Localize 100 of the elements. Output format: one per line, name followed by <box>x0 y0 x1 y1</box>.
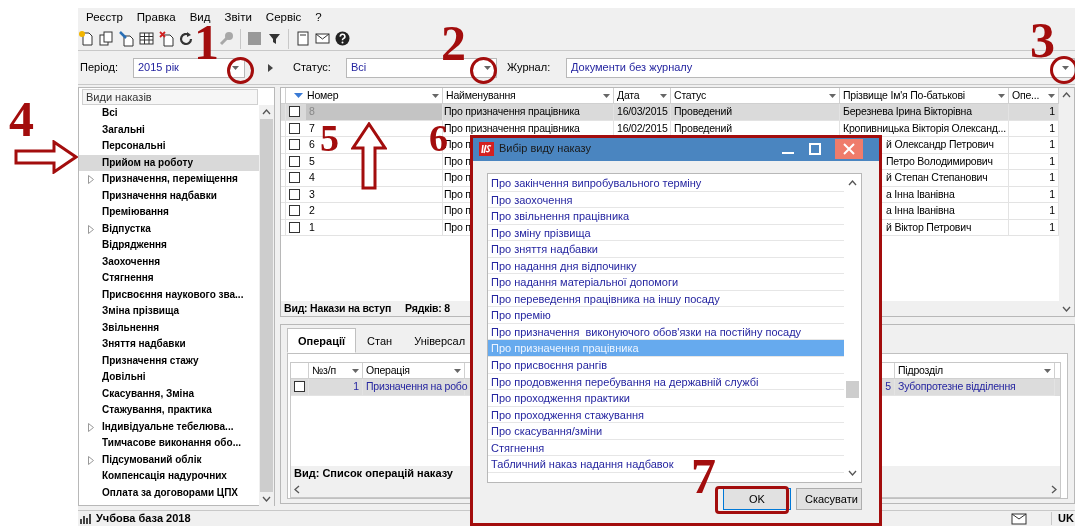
column-header[interactable]: Прізвище Ім'я По-батькові <box>840 88 1009 103</box>
maximize-icon[interactable] <box>809 143 821 155</box>
cancel-button[interactable]: Скасувати <box>796 488 862 510</box>
tree-item[interactable]: Тимчасове виконання обо... <box>79 435 259 452</box>
tree-item[interactable]: Персональні <box>79 138 259 155</box>
checkbox[interactable] <box>289 188 300 200</box>
list-item[interactable]: Про зняття надбавки <box>488 241 844 258</box>
menu-item[interactable]: Правка <box>129 10 183 25</box>
tree-item[interactable]: Зняття надбавки <box>79 336 259 353</box>
expand-triangle-icon[interactable] <box>88 175 94 184</box>
dropdown-arrow-icon[interactable] <box>1061 65 1069 70</box>
expand-triangle-icon[interactable] <box>88 455 94 465</box>
menu-item[interactable]: ? <box>308 10 329 25</box>
scroll-down-icon[interactable] <box>848 470 857 476</box>
filter-arrow-icon[interactable] <box>603 93 610 98</box>
list-item[interactable]: Про закінчення випробувального терміну <box>488 175 844 192</box>
vertical-scrollbar[interactable] <box>1059 88 1074 316</box>
tree-item[interactable]: Стягнення <box>79 270 259 287</box>
tree-item[interactable]: Призначення, переміщення <box>79 171 259 188</box>
tree-item[interactable]: Стажування, практика <box>79 402 259 419</box>
tree-item[interactable]: Оплата за договорами ЦПХ <box>79 484 259 501</box>
column-header[interactable]: Підрозділ <box>895 363 1055 378</box>
list-item[interactable]: Про надання матеріальної допомоги <box>488 274 844 291</box>
help-icon[interactable] <box>334 30 351 47</box>
scroll-up-icon[interactable] <box>1062 92 1071 98</box>
expand-triangle-icon[interactable] <box>88 422 94 432</box>
tree-item[interactable]: Скасування, Зміна <box>79 385 259 402</box>
journal-dropdown[interactable]: Документи без журналу <box>566 57 1075 78</box>
list-item[interactable]: Про премію <box>488 307 844 324</box>
filter-arrow-icon[interactable] <box>660 93 667 98</box>
tree-item[interactable]: Преміювання <box>79 204 259 221</box>
filter-arrow-icon[interactable] <box>352 368 359 373</box>
scroll-right-icon[interactable] <box>1051 484 1057 494</box>
scroll-left-icon[interactable] <box>294 484 300 494</box>
column-header[interactable]: Операція <box>363 363 465 378</box>
tree-item[interactable]: Прийом на роботу <box>79 154 259 171</box>
filter-arrow-icon[interactable] <box>432 93 439 98</box>
list-item[interactable]: Про зміну прізвища <box>488 224 844 242</box>
tree-item[interactable]: Призначення надбавки <box>79 187 259 204</box>
list-item[interactable]: Про проходження стажування <box>488 406 844 424</box>
scroll-up-icon[interactable] <box>262 109 271 115</box>
column-header[interactable]: Статус <box>671 88 840 103</box>
tree-item[interactable]: Компенсація надурочних <box>79 468 259 485</box>
checkbox[interactable] <box>289 221 300 233</box>
list-item[interactable]: Про надання дня відпочинку <box>488 257 844 275</box>
tab[interactable]: Операції <box>287 328 357 353</box>
new-document-icon[interactable] <box>78 30 95 47</box>
tab[interactable]: Універсал <box>403 330 477 353</box>
mail-icon[interactable] <box>1011 512 1027 525</box>
expand-triangle-icon[interactable] <box>88 224 94 234</box>
dropdown-arrow-icon[interactable] <box>231 65 239 70</box>
edit-document-icon[interactable] <box>118 30 135 47</box>
checkbox[interactable] <box>289 205 300 217</box>
scrollbar-thumb[interactable] <box>846 381 859 398</box>
table-icon[interactable] <box>138 30 155 47</box>
list-item[interactable]: Про проходження практики <box>488 390 844 407</box>
tree-item[interactable]: Присвоєння наукового зва... <box>79 286 259 303</box>
column-header[interactable]: Номер <box>286 88 443 103</box>
checkbox[interactable] <box>289 172 300 184</box>
sort-arrow-icon[interactable] <box>294 93 303 98</box>
checkbox[interactable] <box>289 106 300 118</box>
delete-document-icon[interactable] <box>158 30 175 47</box>
tree-item[interactable]: Підсумований облік <box>79 451 259 468</box>
tree-item[interactable]: Відрядження <box>79 237 259 254</box>
filter-arrow-icon[interactable] <box>829 93 836 98</box>
scroll-up-icon[interactable] <box>848 180 857 186</box>
list-item[interactable]: Про скасування/зміни <box>488 423 844 440</box>
list-item[interactable]: Про переведення працівника на іншу посаду <box>488 290 844 308</box>
tree-item[interactable]: Заохочення <box>79 253 259 270</box>
menu-item[interactable]: Вид <box>182 10 218 25</box>
filter-arrow-icon[interactable] <box>1044 368 1051 373</box>
language-indicator[interactable]: UK <box>1051 511 1075 526</box>
copy-icon[interactable] <box>98 30 115 47</box>
dropdown-arrow-icon[interactable] <box>483 65 491 70</box>
tree-item[interactable]: Всі <box>79 105 259 122</box>
filter-arrow-icon[interactable] <box>998 93 1005 98</box>
menu-item[interactable]: Звіти <box>217 10 259 25</box>
next-arrow-icon[interactable] <box>268 63 273 72</box>
menu-item[interactable]: Реєстр <box>79 10 130 25</box>
vertical-scrollbar[interactable] <box>259 105 274 506</box>
list-item[interactable]: Про звільнення працівника <box>488 208 844 225</box>
tree-item[interactable]: Загальні <box>79 121 259 138</box>
list-item[interactable]: Про заохочення <box>488 191 844 209</box>
checkbox[interactable] <box>289 122 300 134</box>
checkbox[interactable] <box>289 139 300 151</box>
checkbox[interactable] <box>294 381 305 393</box>
tree-item[interactable]: Індивідуальне тебелюва... <box>79 418 259 435</box>
scroll-down-icon[interactable] <box>1062 306 1071 312</box>
list-item[interactable]: Стягнення <box>488 439 844 457</box>
tab[interactable]: Стан <box>356 330 404 353</box>
column-header[interactable]: Дата <box>614 88 671 103</box>
checkbox[interactable] <box>289 155 300 167</box>
column-header[interactable]: №з/п <box>309 363 363 378</box>
close-icon[interactable] <box>835 139 863 159</box>
filter-arrow-icon[interactable] <box>454 368 461 373</box>
tree-item[interactable]: Зміна прізвища <box>79 303 259 320</box>
filter-arrow-icon[interactable] <box>1048 93 1055 98</box>
list-item[interactable]: Про присвоєння рангів <box>488 357 844 374</box>
tree-item[interactable]: Звільнення <box>79 319 259 336</box>
tree-item[interactable]: Довільні <box>79 369 259 386</box>
